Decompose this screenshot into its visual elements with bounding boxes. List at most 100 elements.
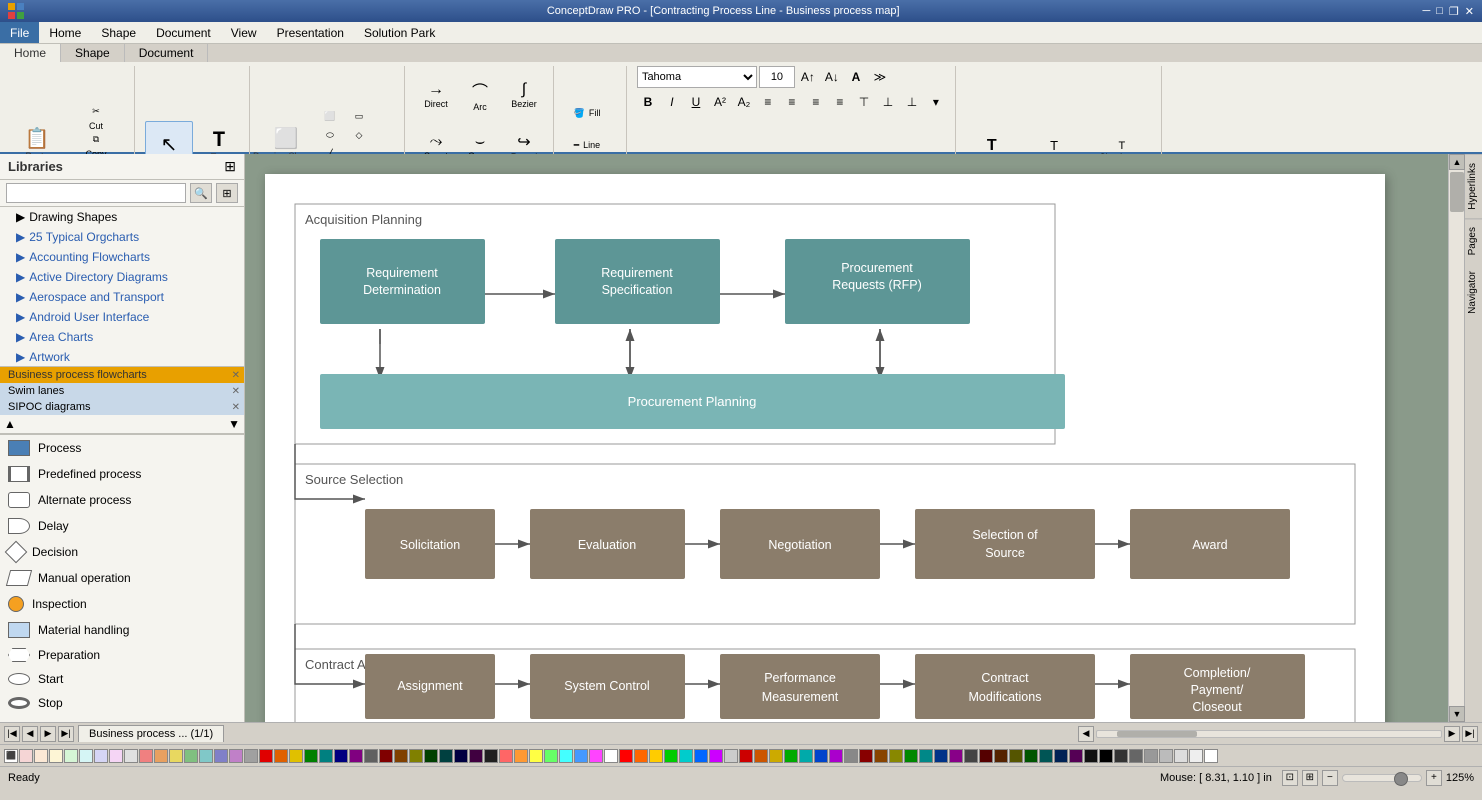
palette-swatch[interactable] — [169, 749, 183, 763]
page-scroll-next[interactable]: ▶ — [40, 726, 56, 742]
lib-25-orgcharts[interactable]: ▶ 25 Typical Orgcharts — [0, 227, 244, 247]
palette-swatch[interactable] — [694, 749, 708, 763]
font-grow-btn[interactable]: A↑ — [797, 66, 819, 88]
shape-predefined[interactable]: Predefined process — [0, 461, 244, 487]
assignment-box[interactable] — [365, 654, 495, 719]
valign-bot-btn[interactable]: ⊥ — [901, 91, 923, 113]
lib-accounting[interactable]: ▶ Accounting Flowcharts — [0, 247, 244, 267]
close-lib-swim[interactable]: ✕ — [232, 386, 240, 397]
sidebar-close-btn[interactable]: ⊞ — [224, 158, 236, 175]
canvas-container[interactable]: Hyperlinks Pages Navigator ▲ ▼ Acquisiti… — [245, 154, 1482, 722]
shape-delay[interactable]: Delay — [0, 513, 244, 539]
restore-btn[interactable]: ❐ — [1449, 5, 1459, 18]
h-scroll-far-right[interactable]: ▶| — [1462, 726, 1478, 742]
scroll-up-btn[interactable]: ▲ — [1449, 154, 1465, 170]
palette-swatch[interactable] — [709, 749, 723, 763]
zoom-slider-track[interactable] — [1342, 774, 1422, 782]
shape-decision[interactable]: Decision — [0, 539, 244, 565]
palette-swatch[interactable] — [739, 749, 753, 763]
align-right-btn[interactable]: ≡ — [805, 91, 827, 113]
palette-swatch[interactable] — [49, 749, 63, 763]
completion-box[interactable] — [1130, 654, 1305, 719]
palette-swatch[interactable] — [649, 749, 663, 763]
palette-swatch[interactable] — [529, 749, 543, 763]
palette-swatch[interactable] — [484, 749, 498, 763]
palette-swatch[interactable] — [229, 749, 243, 763]
palette-swatch[interactable] — [334, 749, 348, 763]
palette-swatch[interactable] — [574, 749, 588, 763]
shape-material[interactable]: Material handling — [0, 617, 244, 643]
menu-document[interactable]: Document — [146, 22, 221, 43]
oval-shape[interactable]: ⬭ — [316, 127, 344, 145]
menu-view[interactable]: View — [221, 22, 267, 43]
palette-swatch[interactable] — [379, 749, 393, 763]
lib-android[interactable]: ▶ Android User Interface — [0, 307, 244, 327]
palette-swatch[interactable] — [1204, 749, 1218, 763]
ribbon-tab-document[interactable]: Document — [125, 44, 209, 62]
zoom-out-btn[interactable]: − — [1322, 770, 1338, 786]
zoom-slider-thumb[interactable] — [1394, 772, 1408, 786]
ribbon-tab-shape[interactable]: Shape — [61, 44, 125, 62]
h-scroll-left[interactable]: ◀ — [1078, 726, 1094, 742]
palette-swatch[interactable] — [499, 749, 513, 763]
cut-button[interactable]: ✂ Cut — [66, 104, 126, 130]
palette-swatch[interactable] — [634, 749, 648, 763]
palette-swatch[interactable] — [1114, 749, 1128, 763]
palette-swatch[interactable] — [514, 749, 528, 763]
req-det-box[interactable] — [320, 239, 485, 324]
palette-swatch[interactable] — [454, 749, 468, 763]
palette-swatch[interactable] — [1144, 749, 1158, 763]
palette-swatch[interactable] — [919, 749, 933, 763]
h-scroll-right[interactable]: ▶ — [1444, 726, 1460, 742]
palette-swatch[interactable] — [589, 749, 603, 763]
sys-control-box[interactable] — [530, 654, 685, 719]
palette-swatch[interactable] — [1009, 749, 1023, 763]
window-controls[interactable]: ─ □ ❐ ✕ — [1422, 5, 1474, 18]
menu-presentation[interactable]: Presentation — [267, 22, 354, 43]
palette-swatch[interactable] — [364, 749, 378, 763]
lib-active-dir[interactable]: ▶ Active Directory Diagrams — [0, 267, 244, 287]
palette-swatch[interactable] — [394, 749, 408, 763]
italic-btn[interactable]: I — [661, 91, 683, 113]
palette-swatch[interactable] — [934, 749, 948, 763]
palette-swatch[interactable] — [349, 749, 363, 763]
palette-swatch[interactable] — [1189, 749, 1203, 763]
minimize-btn[interactable]: ─ — [1422, 5, 1430, 18]
font-size-input[interactable] — [759, 66, 795, 88]
palette-swatch[interactable] — [844, 749, 858, 763]
page-scroll-prev[interactable]: ◀ — [22, 726, 38, 742]
palette-swatch[interactable] — [604, 749, 618, 763]
bezier-connector[interactable]: ∫ Bezier — [503, 70, 545, 120]
palette-swatch[interactable] — [184, 749, 198, 763]
palette-swatch[interactable] — [1159, 749, 1173, 763]
palette-swatch[interactable] — [799, 749, 813, 763]
palette-swatch[interactable] — [724, 749, 738, 763]
palette-swatch[interactable] — [964, 749, 978, 763]
navigator-tab[interactable]: Navigator — [1465, 263, 1482, 322]
palette-swatch[interactable] — [64, 749, 78, 763]
palette-swatch[interactable] — [19, 749, 33, 763]
shape-stop[interactable]: Stop — [0, 691, 244, 715]
palette-swatch[interactable] — [124, 749, 138, 763]
scroll-down-btn[interactable]: ▼ — [228, 417, 240, 431]
palette-swatch[interactable] — [199, 749, 213, 763]
palette-swatch[interactable] — [469, 749, 483, 763]
solicitation-box[interactable] — [365, 509, 495, 579]
palette-swatch[interactable] — [979, 749, 993, 763]
font-color-btn[interactable]: A — [845, 66, 867, 88]
page-scroll-first[interactable]: |◀ — [4, 726, 20, 742]
palette-swatch[interactable] — [94, 749, 108, 763]
palette-swatch[interactable] — [424, 749, 438, 763]
active-lib-swim[interactable]: Swim lanes ✕ — [0, 383, 244, 399]
palette-swatch[interactable] — [259, 749, 273, 763]
menu-shape[interactable]: Shape — [91, 22, 146, 43]
lib-drawing-shapes[interactable]: ▶ Drawing Shapes — [0, 207, 244, 227]
subscript-btn[interactable]: A₂ — [733, 91, 755, 113]
palette-swatch[interactable] — [1039, 749, 1053, 763]
direct-connector[interactable]: → Direct — [415, 70, 457, 120]
search-input[interactable] — [6, 183, 186, 203]
search-btn[interactable]: 🔍 — [190, 183, 212, 203]
underline-btn[interactable]: U — [685, 91, 707, 113]
ribbon-tab-home[interactable]: Home — [0, 44, 61, 62]
palette-swatch[interactable] — [904, 749, 918, 763]
